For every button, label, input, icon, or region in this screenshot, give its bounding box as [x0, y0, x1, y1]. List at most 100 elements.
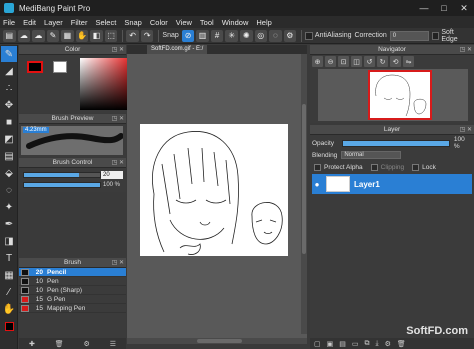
delete-layer-icon[interactable]: 🗑 [397, 340, 406, 348]
zoom-fit-icon[interactable]: ⊡ [338, 56, 349, 67]
new-file-icon[interactable]: ▤ [3, 29, 16, 42]
gradient-tool-icon[interactable]: ▤ [1, 148, 17, 164]
shape-tool-icon[interactable]: ■ [1, 114, 17, 130]
menu-file[interactable]: File [3, 18, 15, 27]
snap-off-icon[interactable]: ⊘ [181, 29, 195, 42]
lock-checkbox[interactable] [412, 163, 420, 171]
add-layer-icon[interactable]: ▢ [314, 340, 321, 348]
brush-size: 15 [35, 295, 43, 303]
clipping-checkbox[interactable] [370, 163, 378, 171]
menu-edit[interactable]: Edit [23, 18, 36, 27]
divide-tool-icon[interactable]: ▦ [1, 267, 17, 283]
layer-opacity-slider[interactable] [342, 139, 450, 147]
select-eraser-tool-icon[interactable]: ◨ [1, 233, 17, 249]
zoom-actual-icon[interactable]: ◫ [351, 56, 362, 67]
snap-settings-icon[interactable]: ⚙ [283, 29, 297, 42]
canvas-vertical-scrollbar[interactable] [301, 54, 307, 334]
brush-preview-title: Brush Preview [51, 115, 94, 122]
add-brush-icon[interactable]: ✚ [29, 340, 35, 348]
layer-settings-icon[interactable]: ⚙ [385, 340, 391, 348]
drawing-canvas[interactable] [140, 124, 288, 256]
add-8bit-layer-icon[interactable]: ▤ [339, 340, 346, 348]
eraser-tool-icon[interactable]: ◢ [1, 63, 17, 79]
layer-blending-select[interactable]: Normal [341, 151, 402, 159]
canvas-area[interactable] [127, 54, 307, 344]
navigator-preview[interactable] [318, 69, 468, 121]
brush-size-value[interactable]: 20 [101, 171, 123, 179]
select-pen-tool-icon[interactable]: ✒ [1, 216, 17, 232]
rotate-right-icon[interactable]: ↻ [377, 56, 388, 67]
snap-circle-icon[interactable]: ◎ [254, 29, 268, 42]
save-cloud-icon[interactable]: ☁ [32, 29, 45, 42]
snap-curve-icon[interactable]: ◌ [269, 29, 282, 42]
add-folder-icon[interactable]: ▭ [352, 340, 359, 348]
open-cloud-icon[interactable]: ☁ [17, 29, 31, 42]
lasso-tool-icon[interactable]: ◌ [1, 182, 17, 198]
grid-icon[interactable]: ▦ [61, 29, 74, 42]
layer-visibility-icon[interactable]: ● [312, 180, 322, 189]
select-icon[interactable]: ⬚ [104, 29, 118, 42]
close-button[interactable]: ✕ [454, 0, 474, 16]
eyedropper-tool-icon[interactable]: ⁄ [1, 284, 17, 300]
correction-select[interactable]: 0 [389, 30, 429, 41]
foreground-color-swatch[interactable] [27, 61, 43, 73]
brush-size-slider[interactable] [23, 172, 101, 178]
snap-cross-icon[interactable]: # [210, 29, 224, 42]
antialiasing-checkbox[interactable] [305, 31, 313, 40]
menu-color[interactable]: Color [150, 18, 168, 27]
delete-brush-icon[interactable]: 🗑 [55, 340, 64, 348]
canvas-horizontal-scroll-thumb[interactable] [197, 339, 242, 343]
menu-window[interactable]: Window [222, 18, 249, 27]
brush-tool-icon[interactable]: ✎ [1, 46, 17, 62]
brush-opacity-slider[interactable] [23, 182, 101, 188]
menu-select[interactable]: Select [95, 18, 116, 27]
duplicate-layer-icon[interactable]: ⧉ [365, 340, 370, 348]
snap-parallel-icon[interactable]: ▥ [196, 29, 209, 42]
rotate-reset-icon[interactable]: ⟲ [390, 56, 401, 67]
minimize-button[interactable]: — [414, 0, 434, 16]
snap-radial-icon[interactable]: ✺ [239, 29, 253, 42]
menu-view[interactable]: View [176, 18, 192, 27]
hand-icon[interactable]: ✋ [75, 29, 89, 42]
redo-icon[interactable]: ↷ [140, 29, 154, 42]
undo-icon[interactable]: ↶ [126, 29, 139, 42]
layer-item[interactable]: ● Layer1 [312, 174, 472, 194]
brush-item[interactable]: 15 Mapping Pen [19, 304, 126, 313]
zoom-out-icon[interactable]: ⊖ [325, 56, 336, 67]
bucket-tool-icon[interactable]: ⬙ [1, 165, 17, 181]
maximize-button[interactable]: □ [434, 0, 454, 16]
navigator-viewport-frame[interactable] [368, 70, 432, 120]
protect-alpha-checkbox[interactable] [314, 163, 321, 171]
dot-tool-icon[interactable]: ∴ [1, 80, 17, 96]
menu-tool[interactable]: Tool [200, 18, 214, 27]
menu-help[interactable]: Help [256, 18, 271, 27]
add-halftone-layer-icon[interactable]: ▣ [327, 340, 334, 348]
menu-layer[interactable]: Layer [44, 18, 63, 27]
brush-item[interactable]: 10 Pen (Sharp) [19, 286, 126, 295]
brush-icon[interactable]: ✎ [46, 29, 60, 42]
brush-settings-icon[interactable]: ⚙ [84, 340, 90, 348]
hand-tool-icon[interactable]: ✋ [1, 301, 17, 317]
snap-vanish-icon[interactable]: ✳ [225, 29, 238, 42]
merge-down-icon[interactable]: ⤓ [376, 340, 379, 348]
rotate-left-icon[interactable]: ↺ [364, 56, 375, 67]
brush-item[interactable]: 10 Pen [19, 277, 126, 286]
magic-wand-tool-icon[interactable]: ✦ [1, 199, 17, 215]
canvas-horizontal-scrollbar[interactable] [127, 338, 307, 344]
menu-snap[interactable]: Snap [124, 18, 142, 27]
brush-menu-icon[interactable]: ☰ [110, 340, 116, 348]
document-tab[interactable]: SoftFD.com.gif - E:/ [147, 45, 208, 54]
menu-filter[interactable]: Filter [71, 18, 88, 27]
fill-icon[interactable]: ◧ [90, 29, 103, 42]
canvas-vertical-scroll-thumb[interactable] [302, 104, 306, 254]
zoom-in-icon[interactable]: ⊕ [312, 56, 323, 67]
color-swatch-icon[interactable] [1, 318, 17, 334]
fill-tool-icon[interactable]: ◩ [1, 131, 17, 147]
brush-item[interactable]: 15 G Pen [19, 295, 126, 304]
soft-edge-checkbox[interactable] [431, 31, 440, 40]
move-tool-icon[interactable]: ✥ [1, 97, 17, 113]
background-color-swatch[interactable] [53, 61, 67, 73]
brush-item[interactable]: 20 Pencil [19, 268, 126, 277]
flip-horizontal-icon[interactable]: ⇋ [403, 56, 414, 67]
text-tool-icon[interactable]: T [1, 250, 17, 266]
